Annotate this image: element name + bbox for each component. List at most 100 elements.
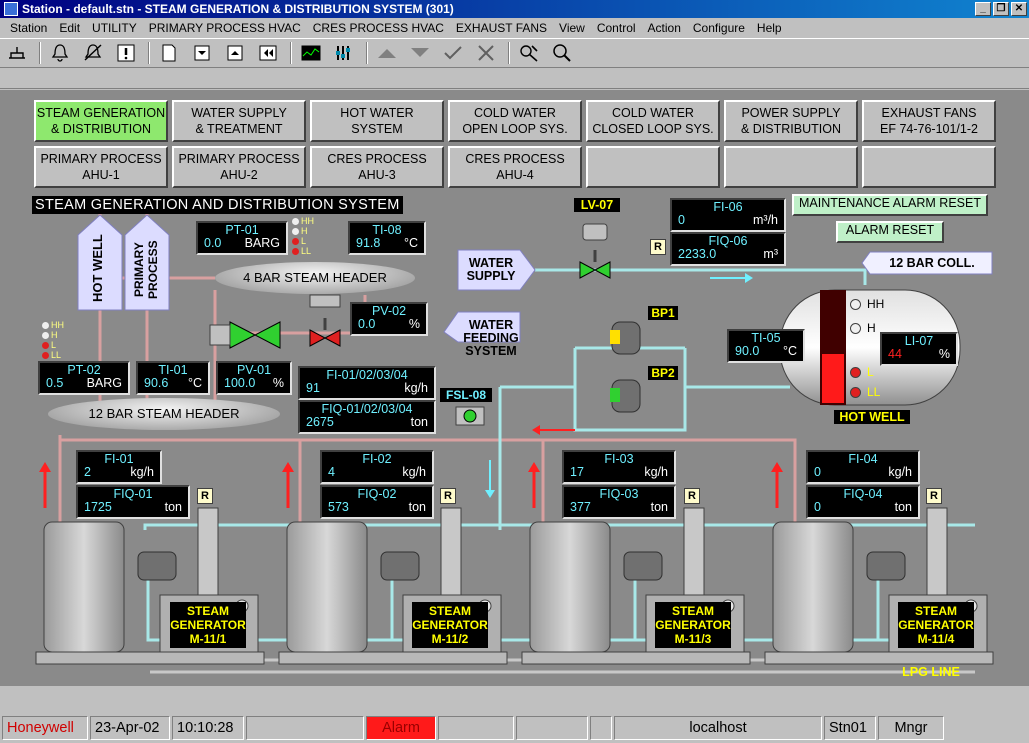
- menu-action[interactable]: Action: [642, 21, 687, 35]
- search-icon[interactable]: [549, 41, 575, 65]
- cross-icon[interactable]: [473, 41, 499, 65]
- alert-icon[interactable]: [113, 41, 139, 65]
- network-icon[interactable]: [4, 41, 30, 65]
- trend-icon[interactable]: [298, 41, 324, 65]
- generator-drum-3: [529, 521, 611, 653]
- instr-fiq01[interactable]: FIQ-01 1725 ton: [76, 485, 190, 519]
- arrow-up-icon[interactable]: [374, 41, 400, 65]
- lv07-label: LV-07: [574, 198, 620, 212]
- reset-r-fiq02[interactable]: R: [440, 488, 456, 504]
- instr-fi03[interactable]: FI-03 17 kg/h: [562, 450, 676, 484]
- feed-pump-2: [380, 551, 420, 581]
- water-supply-label: WATER SUPPLY: [466, 256, 516, 283]
- page-icon[interactable]: [156, 41, 182, 65]
- reset-r-fiq06[interactable]: R: [650, 239, 666, 255]
- bars-icon[interactable]: [331, 41, 357, 65]
- generator-label-3[interactable]: STEAM GENERATOR M-11/3: [655, 602, 731, 648]
- nav-exhaust-fans[interactable]: EXHAUST FANS EF 74-76-101/1-2: [862, 100, 996, 142]
- toolbar-separator: [39, 42, 41, 64]
- status-time: 10:10:28: [172, 716, 244, 740]
- generator-label-2[interactable]: STEAM GENERATOR M-11/2: [412, 602, 488, 648]
- instr-pv01[interactable]: PV-01 100.0%: [216, 361, 292, 395]
- menu-utility[interactable]: UTILITY: [86, 21, 143, 35]
- instr-fiq04[interactable]: FIQ-04 0 ton: [806, 485, 920, 519]
- lpg-line-label: LPG LINE: [902, 665, 960, 679]
- reset-r-fiq01[interactable]: R: [197, 488, 213, 504]
- bp2-label: BP2: [648, 366, 678, 380]
- toolbar-separator: [366, 42, 368, 64]
- instr-fi01[interactable]: FI-01 2 kg/h: [76, 450, 162, 484]
- maintenance-alarm-reset-button[interactable]: MAINTENANCE ALARM RESET: [792, 194, 988, 216]
- minimize-button[interactable]: _: [975, 2, 991, 16]
- instr-pv02[interactable]: PV-02 0.0%: [350, 302, 428, 336]
- nav-blank-7[interactable]: [862, 146, 996, 188]
- generator-drum-2: [286, 521, 368, 653]
- status-host: localhost: [614, 716, 822, 740]
- instr-li07[interactable]: LI-07 44%: [880, 332, 958, 366]
- hot-well-level-bar: [822, 354, 844, 403]
- window-title: Station - default.stn - STEAM GENERATION…: [22, 2, 454, 16]
- hot-well-low-alarm-levels: L LL: [850, 362, 880, 402]
- instr-pt02[interactable]: PT-02 0.5 BARG: [38, 361, 130, 395]
- nav-cres-ahu3[interactable]: CRES PROCESS AHU-3: [310, 146, 444, 188]
- restore-button[interactable]: ❐: [993, 2, 1009, 16]
- generator-label-1[interactable]: STEAM GENERATOR M-11/1: [170, 602, 246, 648]
- menu-cres-process-hvac[interactable]: CRES PROCESS HVAC: [307, 21, 450, 35]
- header-4bar: 4 BAR STEAM HEADER: [215, 262, 415, 294]
- instr-ti01[interactable]: TI-01 90.6 °C: [136, 361, 210, 395]
- menu-exhaust-fans[interactable]: EXHAUST FANS: [450, 21, 553, 35]
- command-line[interactable]: [0, 69, 1029, 89]
- bell-mute-icon[interactable]: [80, 41, 106, 65]
- nav-primary-ahu1[interactable]: PRIMARY PROCESS AHU-1: [34, 146, 168, 188]
- detail-icon[interactable]: [516, 41, 542, 65]
- primary-process-arrow-label: PRIMARY PROCESS: [132, 240, 160, 300]
- generator-label-4[interactable]: STEAM GENERATOR M-11/4: [898, 602, 974, 648]
- menu-configure[interactable]: Configure: [687, 21, 751, 35]
- instr-fiq02[interactable]: FIQ-02 573 ton: [320, 485, 434, 519]
- nav-blank-5[interactable]: [586, 146, 720, 188]
- menu-edit[interactable]: Edit: [53, 21, 86, 35]
- instr-fi06[interactable]: FI-06 0 m³/h: [670, 198, 786, 232]
- menu-view[interactable]: View: [553, 21, 591, 35]
- generator-base-3: [521, 651, 751, 665]
- generator-base-1: [35, 651, 265, 665]
- feed-pump-1: [137, 551, 177, 581]
- status-blank-2: [438, 716, 514, 740]
- instr-fi04[interactable]: FI-04 0 kg/h: [806, 450, 920, 484]
- nav-blank-6[interactable]: [724, 146, 858, 188]
- instr-fi0104[interactable]: FI-01/02/03/04 91 kg/h: [298, 366, 436, 400]
- nav-hot-water[interactable]: HOT WATER SYSTEM: [310, 100, 444, 142]
- instr-pt01[interactable]: PT-01 0.0 BARG: [196, 221, 288, 255]
- arrow-down-icon[interactable]: [407, 41, 433, 65]
- instr-fi02[interactable]: FI-02 4 kg/h: [320, 450, 434, 484]
- nav-cres-ahu4[interactable]: CRES PROCESS AHU-4: [448, 146, 582, 188]
- status-access-level: Mngr: [878, 716, 944, 740]
- alarm-indicator[interactable]: Alarm: [366, 716, 436, 740]
- station-window: Station - default.stn - STEAM GENERATION…: [0, 0, 1029, 743]
- check-icon[interactable]: [440, 41, 466, 65]
- nav-cold-water-closed[interactable]: COLD WATER CLOSED LOOP SYS.: [586, 100, 720, 142]
- menu-station[interactable]: Station: [4, 21, 53, 35]
- close-button[interactable]: ✕: [1011, 2, 1027, 16]
- menu-help[interactable]: Help: [751, 21, 788, 35]
- nav-cold-water-open[interactable]: COLD WATER OPEN LOOP SYS.: [448, 100, 582, 142]
- page-back-icon[interactable]: [255, 41, 281, 65]
- instr-ti08[interactable]: TI-08 91.8 °C: [348, 221, 426, 255]
- instr-ti05[interactable]: TI-05 90.0 °C: [727, 329, 805, 363]
- alarm-reset-button[interactable]: ALARM RESET: [836, 221, 944, 243]
- nav-water-supply[interactable]: WATER SUPPLY & TREATMENT: [172, 100, 306, 142]
- bell-icon[interactable]: [47, 41, 73, 65]
- instr-fiq03[interactable]: FIQ-03 377 ton: [562, 485, 676, 519]
- menu-control[interactable]: Control: [591, 21, 642, 35]
- nav-primary-ahu2[interactable]: PRIMARY PROCESS AHU-2: [172, 146, 306, 188]
- nav-power-supply[interactable]: POWER SUPPLY & DISTRIBUTION: [724, 100, 858, 142]
- instr-fiq0104[interactable]: FIQ-01/02/03/04 2675 ton: [298, 400, 436, 434]
- toolbar-separator: [508, 42, 510, 64]
- instr-fiq06[interactable]: FIQ-06 2233.0 m³: [670, 232, 786, 266]
- nav-steam-generation[interactable]: STEAM GENERATION & DISTRIBUTION: [34, 100, 168, 142]
- reset-r-fiq03[interactable]: R: [684, 488, 700, 504]
- reset-r-fiq04[interactable]: R: [926, 488, 942, 504]
- page-down-icon[interactable]: [189, 41, 215, 65]
- page-up-icon[interactable]: [222, 41, 248, 65]
- menu-primary-process-hvac[interactable]: PRIMARY PROCESS HVAC: [143, 21, 307, 35]
